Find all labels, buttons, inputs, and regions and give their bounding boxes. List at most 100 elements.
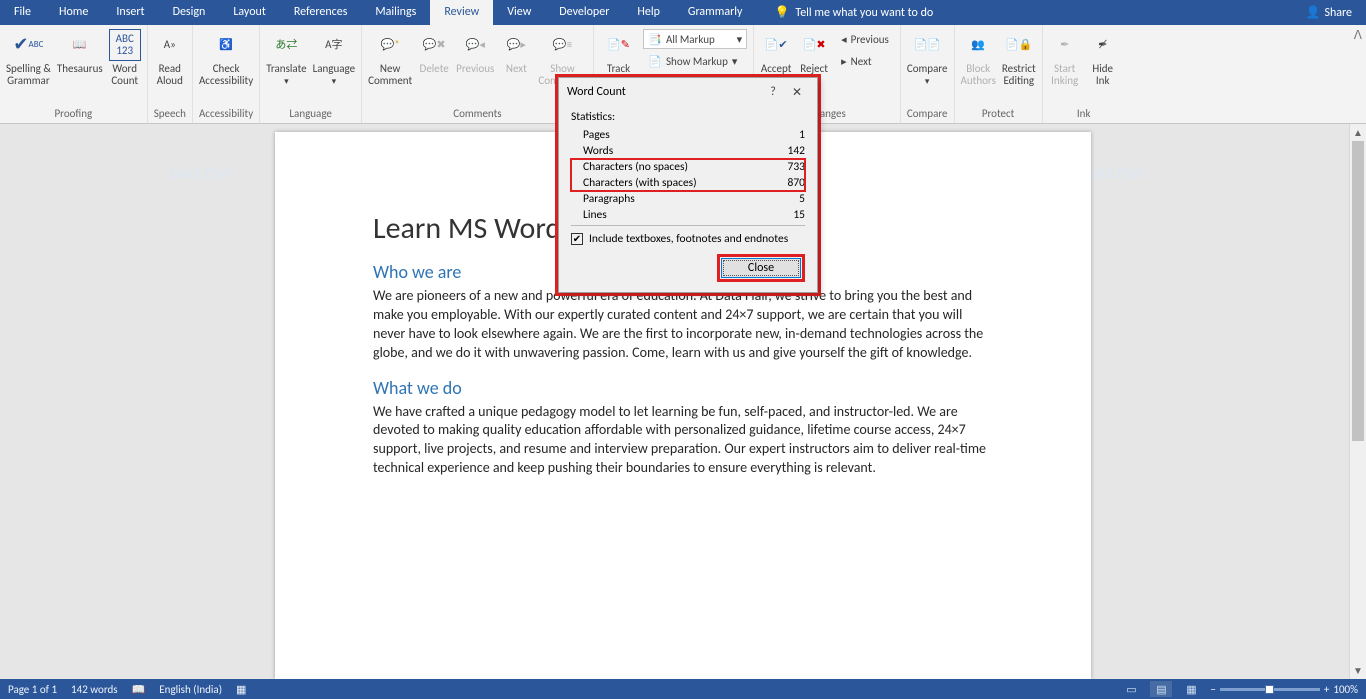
lightbulb-icon: 💡 bbox=[774, 5, 789, 20]
group-protect: 👥Block Authors 📄🔒Restrict Editing Protec… bbox=[955, 25, 1043, 123]
group-accessibility: ♿Check Accessibility Accessibility bbox=[193, 25, 260, 123]
new-comment-button[interactable]: 💬*New Comment bbox=[368, 29, 412, 87]
tab-developer[interactable]: Developer bbox=[545, 0, 623, 25]
stat-lines: Lines15 bbox=[571, 207, 805, 223]
translate-icon: あ⇄ bbox=[270, 29, 302, 61]
close-button-highlight: Close bbox=[717, 254, 805, 282]
tab-insert[interactable]: Insert bbox=[102, 0, 158, 25]
checkbox-icon: ✔ bbox=[571, 233, 583, 245]
tab-grammarly[interactable]: Grammarly bbox=[674, 0, 757, 25]
spelling-grammar-button[interactable]: ✔ABCSpelling & Grammar bbox=[6, 29, 51, 87]
prev-comment-button: 💬◂Previous bbox=[456, 29, 494, 75]
group-language: あ⇄Translate▾ A字Language▾ Language bbox=[260, 25, 362, 123]
chars-highlight: Characters (no spaces)733 Characters (wi… bbox=[571, 159, 805, 191]
translate-button[interactable]: あ⇄Translate▾ bbox=[266, 29, 306, 87]
tab-design[interactable]: Design bbox=[159, 0, 220, 25]
accept-icon: 📄✔ bbox=[760, 29, 792, 61]
tell-me-label: Tell me what you want to do bbox=[795, 6, 933, 20]
group-compare: 📄📄Compare▾ Compare bbox=[901, 25, 955, 123]
status-words[interactable]: 142 words bbox=[71, 683, 118, 696]
compare-icon: 📄📄 bbox=[911, 29, 943, 61]
close-button[interactable]: Close bbox=[721, 258, 801, 278]
tab-review[interactable]: Review bbox=[430, 0, 493, 25]
language-button[interactable]: A字Language▾ bbox=[313, 29, 355, 87]
stat-chars-with-spaces: Characters (with spaces)870 bbox=[571, 175, 805, 191]
delete-comment-button: 💬✖Delete bbox=[418, 29, 450, 75]
new-comment-icon: 💬* bbox=[374, 29, 406, 61]
tab-layout[interactable]: Layout bbox=[219, 0, 280, 25]
include-label: Include textboxes, footnotes and endnote… bbox=[589, 232, 788, 246]
prev-comment-icon: 💬◂ bbox=[459, 29, 491, 61]
collapse-ribbon-button[interactable]: ᐱ bbox=[1354, 25, 1366, 123]
share-icon: 👤 bbox=[1305, 5, 1320, 20]
wordcount-icon: ABC123 bbox=[109, 29, 141, 61]
status-proof-icon[interactable]: 📖 bbox=[132, 683, 146, 696]
dialog-title-text: Word Count bbox=[567, 85, 626, 99]
tab-home[interactable]: Home bbox=[45, 0, 102, 25]
zoom-percent[interactable]: 100% bbox=[1333, 683, 1358, 696]
show-comments-icon: 💬≡ bbox=[547, 29, 579, 61]
status-language[interactable]: English (India) bbox=[159, 683, 222, 696]
group-ink: ✒Start Inking ✒̸Hide Ink Ink bbox=[1043, 25, 1125, 123]
stat-paragraphs: Paragraphs5 bbox=[571, 191, 805, 207]
next-comment-button: 💬▸Next bbox=[500, 29, 532, 75]
start-inking-button: ✒Start Inking bbox=[1049, 29, 1081, 87]
heading-what-we-do: What we do bbox=[373, 377, 993, 399]
display-icon: 📑 bbox=[648, 33, 662, 46]
prev-change-button[interactable]: ◂Previous bbox=[836, 29, 894, 49]
next-comment-icon: 💬▸ bbox=[500, 29, 532, 61]
zoom-in-icon[interactable]: + bbox=[1324, 683, 1329, 696]
scroll-thumb[interactable] bbox=[1352, 141, 1364, 441]
share-button[interactable]: 👤 Share bbox=[1291, 5, 1366, 20]
ink-icon: ✒ bbox=[1049, 29, 1081, 61]
scroll-up-icon[interactable]: ▲ bbox=[1350, 124, 1366, 141]
status-page[interactable]: Page 1 of 1 bbox=[8, 683, 57, 696]
restrict-icon: 📄🔒 bbox=[1003, 29, 1035, 61]
stat-chars-no-spaces: Characters (no spaces)733 bbox=[571, 159, 805, 175]
zoom-control[interactable]: − + 100% bbox=[1210, 683, 1358, 696]
tab-mailings[interactable]: Mailings bbox=[361, 0, 430, 25]
tab-references[interactable]: References bbox=[280, 0, 362, 25]
compare-button[interactable]: 📄📄Compare▾ bbox=[907, 29, 948, 87]
tab-file[interactable]: File bbox=[0, 0, 45, 25]
tab-help[interactable]: Help bbox=[623, 0, 674, 25]
statistics-label: Statistics: bbox=[571, 110, 805, 124]
zoom-slider[interactable] bbox=[1220, 688, 1320, 691]
show-markup-dropdown[interactable]: 📄Show Markup ▾ bbox=[643, 51, 747, 71]
status-macro-icon[interactable]: ▦ bbox=[236, 683, 246, 696]
restrict-editing-button[interactable]: 📄🔒Restrict Editing bbox=[1002, 29, 1036, 87]
dialog-titlebar[interactable]: Word Count ? ✕ bbox=[559, 78, 817, 106]
paragraph-1: We are pioneers of a new and powerful er… bbox=[373, 287, 993, 363]
tab-view[interactable]: View bbox=[493, 0, 545, 25]
scroll-down-icon[interactable]: ▼ bbox=[1350, 662, 1366, 679]
paragraph-2: We have crafted a unique pedagogy model … bbox=[373, 403, 993, 479]
language-icon: A字 bbox=[318, 29, 350, 61]
word-count-button[interactable]: ABC123Word Count bbox=[109, 29, 141, 87]
next-change-button[interactable]: ▸Next bbox=[836, 51, 894, 71]
read-aloud-icon: A» bbox=[154, 29, 186, 61]
hide-ink-icon: ✒̸ bbox=[1087, 29, 1119, 61]
status-bar: Page 1 of 1 142 words 📖 English (India) … bbox=[0, 679, 1366, 699]
hide-ink-button[interactable]: ✒̸Hide Ink bbox=[1087, 29, 1119, 87]
track-changes-icon: 📄✎ bbox=[603, 29, 635, 61]
accessibility-icon: ♿ bbox=[210, 29, 242, 61]
thesaurus-button[interactable]: 📖Thesaurus bbox=[57, 29, 103, 75]
stat-words: Words142 bbox=[571, 143, 805, 159]
block-authors-icon: 👥 bbox=[962, 29, 994, 61]
include-checkbox[interactable]: ✔ Include textboxes, footnotes and endno… bbox=[571, 232, 805, 246]
group-proofing: ✔ABCSpelling & Grammar 📖Thesaurus ABC123… bbox=[0, 25, 148, 123]
help-button[interactable]: ? bbox=[761, 85, 785, 99]
read-aloud-button[interactable]: A»Read Aloud bbox=[154, 29, 186, 87]
zoom-out-icon[interactable]: − bbox=[1210, 683, 1215, 696]
ribbon-tabbar: File Home Insert Design Layout Reference… bbox=[0, 0, 1366, 25]
display-for-review-dropdown[interactable]: 📑All Markup▾ bbox=[643, 29, 747, 49]
view-readmode-button[interactable]: ▭ bbox=[1120, 681, 1142, 697]
view-print-button[interactable]: ▤ bbox=[1150, 681, 1172, 697]
close-icon[interactable]: ✕ bbox=[785, 85, 809, 100]
tell-me-search[interactable]: 💡 Tell me what you want to do bbox=[764, 5, 943, 20]
view-web-button[interactable]: ▦ bbox=[1180, 681, 1202, 697]
check-accessibility-button[interactable]: ♿Check Accessibility bbox=[199, 29, 253, 87]
vertical-scrollbar[interactable]: ▲ ▼ bbox=[1349, 124, 1366, 679]
group-speech: A»Read Aloud Speech bbox=[148, 25, 193, 123]
spellcheck-icon: ✔ABC bbox=[12, 29, 44, 61]
